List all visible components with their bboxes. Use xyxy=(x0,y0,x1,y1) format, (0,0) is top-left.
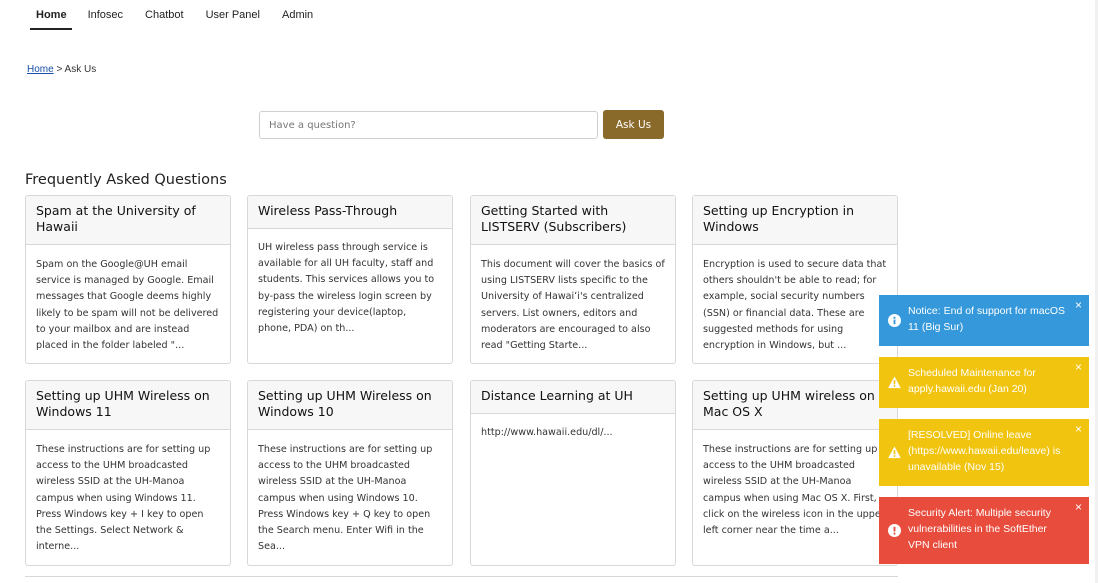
warning-icon xyxy=(888,446,901,459)
faq-card[interactable]: Wireless Pass-Through UH wireless pass t… xyxy=(247,195,453,364)
breadcrumb-separator: > xyxy=(56,64,63,75)
close-icon[interactable]: × xyxy=(1075,360,1082,374)
tab-infosec[interactable]: Infosec xyxy=(88,0,123,30)
faq-card-title[interactable]: Setting up UHM Wireless on Windows 11 xyxy=(26,381,230,430)
notification-text: Scheduled Maintenance for apply.hawaii.e… xyxy=(908,367,1036,395)
faq-card-title[interactable]: Wireless Pass-Through xyxy=(248,196,452,229)
faq-card-excerpt: Encryption is used to secure data that o… xyxy=(703,259,887,352)
faq-card-excerpt: http://www.hawaii.edu/dl/... xyxy=(481,427,613,438)
faq-card-excerpt: UH wireless pass through service is avai… xyxy=(258,242,435,335)
close-icon[interactable]: × xyxy=(1075,298,1082,312)
faq-card[interactable]: Setting up UHM wireless on Mac OS X Thes… xyxy=(692,380,898,566)
breadcrumb: Home > Ask Us xyxy=(27,64,96,75)
notification-warning[interactable]: [RESOLVED] Online leave (https://www.haw… xyxy=(879,419,1089,486)
faq-card[interactable]: Setting up UHM Wireless on Windows 11 Th… xyxy=(25,380,231,566)
faq-card-title[interactable]: Setting up Encryption in Windows xyxy=(693,196,897,245)
faq-card-title[interactable]: Getting Started with LISTSERV (Subscribe… xyxy=(471,196,675,245)
tab-chatbot[interactable]: Chatbot xyxy=(145,0,184,30)
close-icon[interactable]: × xyxy=(1075,500,1082,514)
faq-card-excerpt: Spam on the Google@UH email service is m… xyxy=(36,259,219,352)
faq-card-title[interactable]: Setting up UHM Wireless on Windows 10 xyxy=(248,381,452,430)
faq-card[interactable]: Setting up Encryption in Windows Encrypt… xyxy=(692,195,898,364)
info-icon xyxy=(888,314,901,327)
notification-danger[interactable]: Security Alert: Multiple security vulner… xyxy=(879,497,1089,564)
top-nav: Home Infosec Chatbot User Panel Admin xyxy=(30,0,335,30)
faq-card[interactable]: Distance Learning at UH http://www.hawai… xyxy=(470,380,676,566)
faq-card[interactable]: Setting up UHM Wireless on Windows 10 Th… xyxy=(247,380,453,566)
tab-admin[interactable]: Admin xyxy=(282,0,313,30)
tab-user-panel[interactable]: User Panel xyxy=(206,0,260,30)
faq-card[interactable]: Spam at the University of Hawaii Spam on… xyxy=(25,195,231,364)
question-input[interactable] xyxy=(259,111,598,139)
faq-card-excerpt: These instructions are for setting up ac… xyxy=(36,444,211,553)
bottom-divider xyxy=(25,576,898,577)
breadcrumb-home-link[interactable]: Home xyxy=(27,64,54,75)
faq-card-title[interactable]: Spam at the University of Hawaii xyxy=(26,196,230,245)
faq-card-excerpt: These instructions are for setting up ac… xyxy=(703,444,885,537)
faq-card-excerpt: These instructions are for setting up ac… xyxy=(258,444,433,553)
faq-card[interactable]: Getting Started with LISTSERV (Subscribe… xyxy=(470,195,676,364)
faq-card-title[interactable]: Distance Learning at UH xyxy=(471,381,675,414)
breadcrumb-current: Ask Us xyxy=(64,64,97,75)
notification-text: Security Alert: Multiple security vulner… xyxy=(908,507,1051,551)
ask-us-button[interactable]: Ask Us xyxy=(603,110,664,139)
notification-text: [RESOLVED] Online leave (https://www.haw… xyxy=(908,429,1061,473)
notification-text: Notice: End of support for macOS 11 (Big… xyxy=(908,305,1065,333)
tab-home[interactable]: Home xyxy=(30,0,72,30)
faq-heading: Frequently Asked Questions xyxy=(25,172,227,188)
faq-card-title[interactable]: Setting up UHM wireless on Mac OS X xyxy=(693,381,897,430)
faq-card-excerpt: This document will cover the basics of u… xyxy=(481,259,665,352)
notification-info[interactable]: Notice: End of support for macOS 11 (Big… xyxy=(879,295,1089,346)
close-icon[interactable]: × xyxy=(1075,422,1082,436)
alert-icon xyxy=(888,524,901,537)
notification-warning[interactable]: Scheduled Maintenance for apply.hawaii.e… xyxy=(879,357,1089,408)
warning-icon xyxy=(888,376,901,389)
